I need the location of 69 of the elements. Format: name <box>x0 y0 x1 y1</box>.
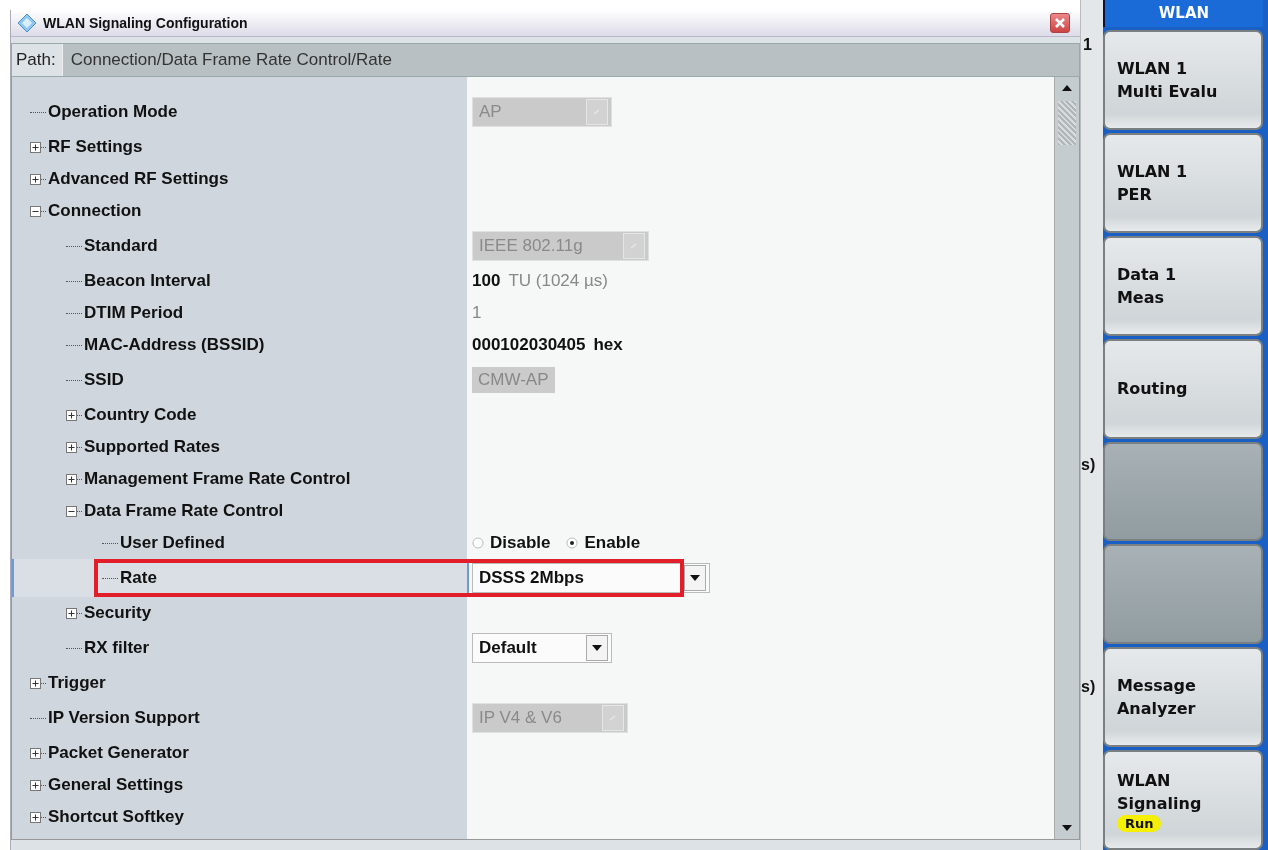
tree-item[interactable]: RF Settings <box>48 137 143 157</box>
tree-item[interactable]: Advanced RF Settings <box>48 169 229 189</box>
radio-button[interactable] <box>472 537 484 549</box>
plus-box-icon[interactable] <box>30 811 41 823</box>
unit-text: TU (1024 µs) <box>508 271 608 291</box>
radio-button[interactable] <box>566 537 579 549</box>
softkey[interactable]: Data 1 Meas <box>1102 235 1263 336</box>
strip-text: s) <box>1081 678 1096 696</box>
plus-box-icon[interactable] <box>30 141 41 153</box>
strip-text: s) <box>1081 456 1096 474</box>
value-text: 000102030405 <box>472 335 586 355</box>
minus-box-icon[interactable] <box>30 205 41 217</box>
diamond-logo-icon <box>17 13 37 33</box>
tree-item[interactable]: Trigger <box>48 673 106 693</box>
plus-box-icon[interactable] <box>66 441 77 453</box>
softkey[interactable]: WLAN 1 PER <box>1102 132 1263 233</box>
softkey[interactable] <box>1102 441 1263 542</box>
caret-icon <box>690 575 700 581</box>
scroll-down-icon[interactable] <box>1062 825 1072 831</box>
tree-item[interactable]: Connection <box>48 201 142 221</box>
scroll-up-icon[interactable] <box>1062 85 1072 91</box>
value-text: 1 <box>472 303 482 323</box>
path-field: Connection/Data Frame Rate Control/Rate <box>61 44 1079 76</box>
tree-item[interactable]: Supported Rates <box>84 437 221 457</box>
unit-text: hex <box>593 335 623 355</box>
tree-item[interactable]: Shortcut Softkey <box>48 807 185 827</box>
softkey[interactable]: Message Analyzer <box>1102 647 1263 748</box>
scroll-thumb[interactable] <box>1058 101 1076 145</box>
softkey[interactable]: Routing <box>1102 338 1263 439</box>
plus-box-icon[interactable] <box>30 779 41 791</box>
window-title: WLAN Signaling Configuration <box>43 15 249 31</box>
caret-icon <box>592 645 602 651</box>
tree-item[interactable]: Management Frame Rate Control <box>84 469 351 489</box>
softkey[interactable]: WLAN 1 Multi Evalu <box>1102 30 1263 130</box>
tree-item[interactable]: User Defined <box>120 533 225 553</box>
scrollbar[interactable] <box>1054 77 1079 839</box>
tree-item[interactable]: Standard <box>84 236 158 256</box>
tree-item[interactable]: RX filter <box>84 638 150 658</box>
plus-box-icon[interactable] <box>30 173 41 185</box>
plus-box-icon[interactable] <box>66 473 77 485</box>
plus-box-icon[interactable] <box>66 607 77 619</box>
plus-box-icon[interactable] <box>30 677 41 689</box>
softkey[interactable]: WLAN Signaling Run <box>1102 750 1263 850</box>
value-text: 100 <box>472 271 501 291</box>
tree-item[interactable]: Packet Generator <box>48 743 189 763</box>
tree-item[interactable]: Rate <box>120 568 157 588</box>
radio-label[interactable]: Disable <box>490 533 551 553</box>
plus-box-icon[interactable] <box>30 747 41 759</box>
dropdown[interactable]: DSSS 2Mbps <box>472 563 710 593</box>
path-label: Path: <box>15 50 57 70</box>
tree-item[interactable]: Beacon Interval <box>84 271 211 291</box>
tree-item[interactable]: General Settings <box>48 775 184 795</box>
radio-label[interactable]: Enable <box>584 533 641 553</box>
tree-item[interactable]: DTIM Period <box>84 303 184 323</box>
tree-item[interactable]: SSID <box>84 370 124 390</box>
close-icon <box>1054 17 1066 29</box>
plus-box-icon[interactable] <box>66 409 77 421</box>
tree-item[interactable]: Operation Mode <box>48 102 178 122</box>
strip-text: 1 <box>1083 36 1092 54</box>
dropdown[interactable]: Default <box>472 633 612 663</box>
tree-item[interactable]: Security <box>84 603 152 623</box>
minus-box-icon[interactable] <box>66 505 77 517</box>
tree-item[interactable]: Data Frame Rate Control <box>84 501 284 521</box>
tree-item[interactable]: MAC-Address (BSSID) <box>84 335 265 355</box>
tree-item[interactable]: Country Code <box>84 405 197 425</box>
softkey-header: WLAN <box>1102 0 1263 27</box>
close-button[interactable] <box>1050 13 1070 33</box>
tree-item[interactable]: IP Version Support <box>48 708 200 728</box>
status-badge: Run <box>1116 814 1162 832</box>
